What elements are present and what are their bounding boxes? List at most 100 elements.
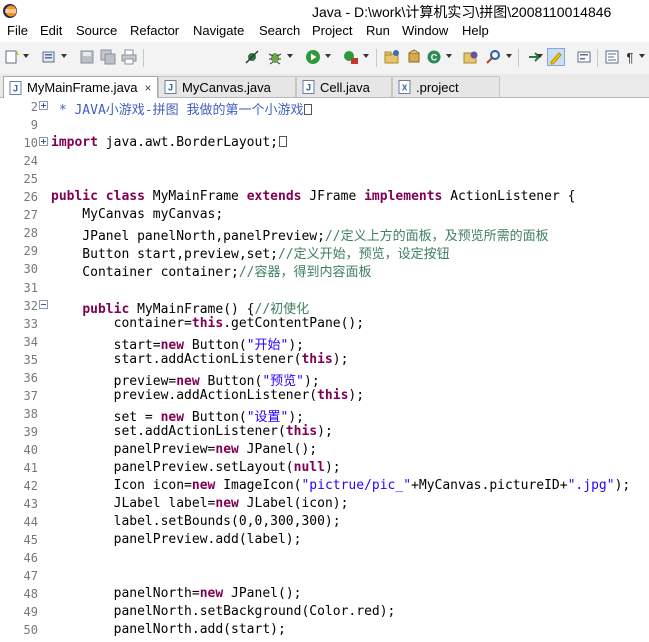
code-line[interactable]: 10 import java.awt.BorderLayout; [0, 134, 649, 152]
external-tools-icon[interactable] [342, 48, 360, 66]
keyword-token: import [51, 135, 98, 151]
code-line[interactable]: 42 Icon icon=new ImageIcon("pictrue/pic_… [0, 477, 649, 495]
new-package-icon[interactable] [405, 48, 423, 66]
code-line[interactable]: 47 [0, 567, 649, 585]
code-line[interactable]: 26 public class MyMainFrame extends JFram… [0, 188, 649, 206]
expand-fold-icon[interactable] [39, 101, 48, 110]
word-wrap-icon[interactable] [603, 48, 621, 66]
more-tools-dropdown[interactable] [639, 54, 645, 58]
svg-text:¶: ¶ [627, 50, 634, 65]
navigate-dropdown[interactable] [537, 54, 543, 58]
folded-content-marker-icon[interactable] [278, 136, 287, 148]
code-line[interactable]: 40 panelPreview=new JPanel(); [0, 441, 649, 459]
close-icon[interactable]: × [145, 81, 152, 95]
new-java-element-icon[interactable] [40, 48, 58, 66]
save-icon[interactable] [78, 48, 96, 66]
code-text: MyCanvas myCanvas; [51, 207, 223, 222]
java-file-icon: J [302, 80, 315, 94]
code-text: JLabel label=new JLabel(icon); [51, 496, 349, 512]
code-line[interactable]: 43 JLabel label=new JLabel(icon); [0, 495, 649, 513]
code-token: MyCanvas myCanvas; [51, 207, 224, 223]
svg-text:J: J [13, 83, 18, 93]
menu-search[interactable]: Search [259, 23, 300, 38]
menu-navigate[interactable]: Navigate [193, 23, 244, 38]
code-line[interactable]: 27 MyCanvas myCanvas; [0, 206, 649, 224]
menu-edit[interactable]: Edit [40, 23, 62, 38]
code-editor[interactable]: 2 * JAVA小游戏-拼图 我做的第一个小游戏 9 10 import java.a… [0, 98, 649, 642]
code-line[interactable]: 24 [0, 152, 649, 170]
save-all-icon[interactable] [99, 48, 117, 66]
tab-cell[interactable]: J Cell.java [296, 76, 392, 97]
menu-file[interactable]: File [7, 23, 28, 38]
code-line[interactable]: 36 preview=new Button("预览"); [0, 369, 649, 389]
code-token: label.setBounds(0,0,300,300); [51, 514, 341, 530]
search-icon[interactable] [484, 48, 502, 66]
code-line[interactable]: 35 start.addActionListener(this); [0, 351, 649, 369]
menu-help[interactable]: Help [462, 23, 489, 38]
code-token: panelPreview.add(label); [51, 532, 302, 548]
external-tools-dropdown[interactable] [363, 54, 369, 58]
code-line[interactable]: 25 [0, 170, 649, 188]
code-text: panelPreview.add(label); [51, 532, 302, 548]
code-line[interactable]: 32 public MyMainFrame() {//初使化 [0, 297, 649, 317]
new-wizard-dropdown[interactable] [23, 54, 29, 58]
run-dropdown[interactable] [325, 54, 331, 58]
debug-dropdown[interactable] [287, 54, 293, 58]
menu-project[interactable]: Project [312, 23, 352, 38]
run-icon[interactable] [304, 48, 322, 66]
code-line[interactable]: 9 [0, 116, 649, 134]
menu-run[interactable]: Run [366, 23, 390, 38]
new-class-icon[interactable]: C [425, 48, 443, 66]
code-line[interactable]: 33 container=this.getContentPane(); [0, 315, 649, 333]
new-wizard-icon[interactable] [3, 48, 21, 66]
search-dropdown[interactable] [506, 54, 512, 58]
new-java-project-icon[interactable] [383, 48, 401, 66]
code-line[interactable]: 30 Container container;//容器，得到内容面板 [0, 260, 649, 280]
code-line[interactable]: 44 label.setBounds(0,0,300,300); [0, 513, 649, 531]
keyword-token: new [215, 496, 239, 512]
tab-mycanvas[interactable]: J MyCanvas.java [158, 76, 296, 97]
code-line[interactable]: 28 JPanel panelNorth,panelPreview;//定义上方… [0, 224, 649, 244]
open-type-icon[interactable] [462, 48, 480, 66]
skip-breakpoints-icon[interactable] [243, 48, 261, 66]
code-line[interactable]: 34 start=new Button("开始"); [0, 333, 649, 353]
menu-window[interactable]: Window [402, 23, 448, 38]
code-line[interactable]: 2 * JAVA小游戏-拼图 我做的第一个小游戏 [0, 98, 649, 118]
line-number: 43 [23, 497, 38, 512]
toolbar-separator [376, 49, 377, 67]
keyword-token: new [191, 478, 216, 494]
collapse-fold-icon[interactable] [39, 299, 48, 309]
code-line[interactable]: 50 panelNorth.add(start); [0, 621, 649, 639]
line-number: 41 [23, 461, 38, 475]
menu-source[interactable]: Source [76, 23, 117, 38]
debug-icon[interactable] [266, 48, 284, 66]
code-line[interactable]: 49 panelNorth.setBackground(Color.red); [0, 603, 649, 621]
code-line[interactable]: 39 set.addActionListener(this); [0, 423, 649, 441]
tab-mymainframe[interactable]: J MyMainFrame.java × [3, 76, 158, 98]
block-selection-icon[interactable] [575, 48, 593, 66]
expand-fold-icon[interactable] [39, 137, 48, 147]
code-token: JLabel(icon); [238, 496, 349, 512]
toggle-mark-occurrences-icon[interactable] [547, 48, 565, 66]
code-token: JLabel label= [51, 496, 216, 512]
new-class-dropdown[interactable] [446, 54, 452, 58]
menu-refactor[interactable]: Refactor [130, 23, 179, 38]
tab-project[interactable]: X .project [392, 76, 500, 97]
code-line[interactable]: 37 preview.addActionListener(this); [0, 387, 649, 405]
code-token: panelPreview= [51, 441, 216, 457]
code-line[interactable]: 29 Button start,preview,set;//定义开始，预览，设定… [0, 242, 649, 262]
code-line[interactable]: 48 panelNorth=new JPanel(); [0, 585, 649, 603]
code-line[interactable]: 46 [0, 549, 649, 567]
new-java-element-dropdown[interactable] [61, 54, 67, 58]
line-number: 25 [23, 172, 38, 187]
show-whitespace-icon[interactable]: ¶ [621, 48, 639, 66]
code-line[interactable]: 45 panelPreview.add(label); [0, 531, 649, 549]
print-icon[interactable] [120, 48, 138, 66]
folded-content-marker-icon[interactable] [304, 104, 313, 115]
code-line[interactable]: 41 panelPreview.setLayout(null); [0, 459, 649, 477]
code-token: container= [51, 315, 192, 331]
code-line[interactable]: 38 set = new Button("设置"); [0, 405, 649, 425]
code-line[interactable]: 31 [0, 279, 649, 297]
keyword-token: new [215, 441, 239, 457]
string-token: ".jpg" [567, 478, 615, 494]
